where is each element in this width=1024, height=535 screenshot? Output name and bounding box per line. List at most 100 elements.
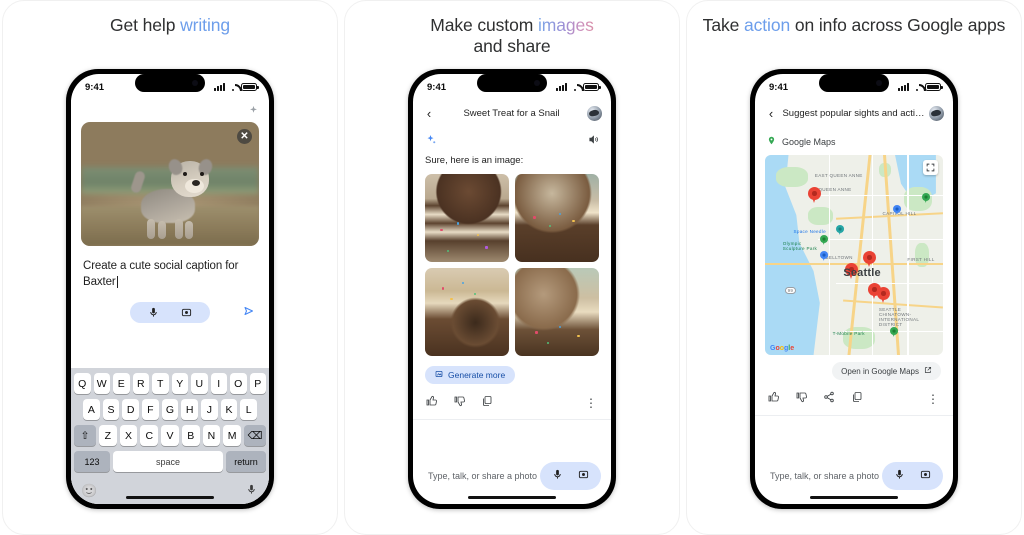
generated-image-3[interactable] [425,268,509,356]
gemini-sparkle-icon [425,134,437,148]
more-options-icon[interactable]: ⋮ [927,392,939,406]
key-s[interactable]: S [102,399,120,420]
image-generate-icon [435,370,443,380]
home-indicator-3 [810,495,898,499]
key-h[interactable]: H [181,399,199,420]
generate-more-button[interactable]: Generate more [425,366,516,384]
camera-lens-icon[interactable] [578,467,589,485]
copy-icon[interactable] [481,395,493,410]
key-j[interactable]: J [201,399,218,420]
key-y[interactable]: Y [171,373,188,394]
open-in-google-maps-button[interactable]: Open in Google Maps [832,362,941,380]
chat-header-3: ‹ Suggest popular sights and acti… [755,100,953,126]
back-chevron-icon[interactable]: ‹ [422,106,436,121]
generated-image-4[interactable] [515,268,599,356]
cellular-bars-icon [556,83,567,91]
key-v[interactable]: V [161,425,179,446]
key-c[interactable]: C [140,425,159,446]
key-z[interactable]: Z [98,425,117,446]
key-m[interactable]: M [223,425,242,446]
backspace-key[interactable]: ⌫ [244,425,267,446]
headline-text-3a: Take [702,15,744,35]
phone-screen-1: 9:41 ✕ Create a cute social caption for … [71,74,269,504]
keyboard-bottom-row: 🙂 [74,477,266,504]
shift-key[interactable]: ⇧ [73,425,96,446]
composer-placeholder-3: Type, talk, or share a photo [770,471,880,481]
account-avatar[interactable] [929,105,944,121]
key-l[interactable]: L [240,399,258,420]
map-pin-blue [893,205,902,216]
key-a[interactable]: A [82,399,100,420]
microphone-icon[interactable] [894,467,905,485]
return-key[interactable]: return [226,451,266,472]
camera-lens-icon[interactable] [181,307,192,318]
expand-map-icon[interactable] [923,160,938,175]
map-label: Space Needle [793,229,826,234]
status-bar-2: 9:41 [413,74,611,100]
key-b[interactable]: B [181,425,200,446]
status-icons-1 [214,83,259,91]
headline-accent-2: images [537,15,594,35]
key-u[interactable]: U [191,373,208,394]
more-options-icon[interactable]: ⋮ [585,396,597,410]
map-street [836,283,943,284]
map-pin-blue [820,251,829,262]
account-avatar[interactable] [587,105,602,121]
dictation-microphone-icon[interactable] [246,482,257,500]
prompt-input-text[interactable]: Create a cute social caption for Baxter [71,246,269,290]
camera-lens-icon[interactable] [920,467,931,485]
status-bar-1: 9:41 [71,74,269,100]
thumb-up-icon[interactable] [425,395,437,410]
maps-source-label: Google Maps [755,126,953,149]
battery-icon [925,83,943,91]
thumb-down-icon[interactable] [795,391,807,406]
map-preview[interactable]: EAST QUEEN ANNE QUEEN ANNE CAPITOL HILL … [765,155,943,355]
remove-image-button[interactable]: ✕ [237,129,252,144]
key-p[interactable]: P [249,373,266,394]
key-t[interactable]: T [152,373,169,394]
key-f[interactable]: F [142,399,159,420]
headline-accent-3: action [744,15,791,35]
composer-tools-3 [882,462,943,490]
space-key[interactable]: space [113,451,223,472]
cellular-bars-icon [898,83,909,91]
chat-title-2: Sweet Treat for a Snail [463,107,560,119]
key-w[interactable]: W [93,373,110,394]
key-o[interactable]: O [230,373,247,394]
key-k[interactable]: K [220,399,238,420]
key-r[interactable]: R [132,373,149,394]
ios-keyboard[interactable]: Q W E R T Y U I O P A S D F G H J K L ⇧ … [71,368,269,504]
key-x[interactable]: X [119,425,138,446]
status-icons-3 [898,83,943,91]
thumb-up-icon[interactable] [767,391,779,406]
generate-more-row: Generate more [413,356,611,384]
generated-image-2[interactable] [515,174,599,262]
home-indicator-1 [126,495,214,499]
speaker-icon[interactable] [588,134,599,148]
copy-icon[interactable] [851,391,863,406]
numbers-key[interactable]: 123 [74,451,110,472]
panel-2-headline: Make custom images and share [420,15,604,59]
attached-image-preview[interactable]: ✕ [81,122,259,246]
compose-top-icons [71,100,269,120]
key-e[interactable]: E [113,373,130,394]
compose-action-bar [71,290,269,333]
map-label: Olympic Sculpture Park [782,241,818,251]
key-q[interactable]: Q [74,373,91,394]
back-chevron-icon[interactable]: ‹ [764,106,778,121]
key-g[interactable]: G [161,399,179,420]
generated-image-1[interactable] [425,174,509,262]
key-i[interactable]: I [210,373,227,394]
emoji-icon[interactable]: 🙂 [81,483,97,499]
key-d[interactable]: D [122,399,139,420]
key-n[interactable]: N [202,425,221,446]
status-icons-2 [556,83,601,91]
microphone-icon[interactable] [148,307,159,318]
map-pin-green [889,327,898,338]
map-pin-red [877,287,891,304]
thumb-down-icon[interactable] [453,395,465,410]
headline-text-1a: Get help [110,15,181,35]
send-icon[interactable] [243,304,255,322]
share-icon[interactable] [823,391,835,406]
microphone-icon[interactable] [552,467,563,485]
